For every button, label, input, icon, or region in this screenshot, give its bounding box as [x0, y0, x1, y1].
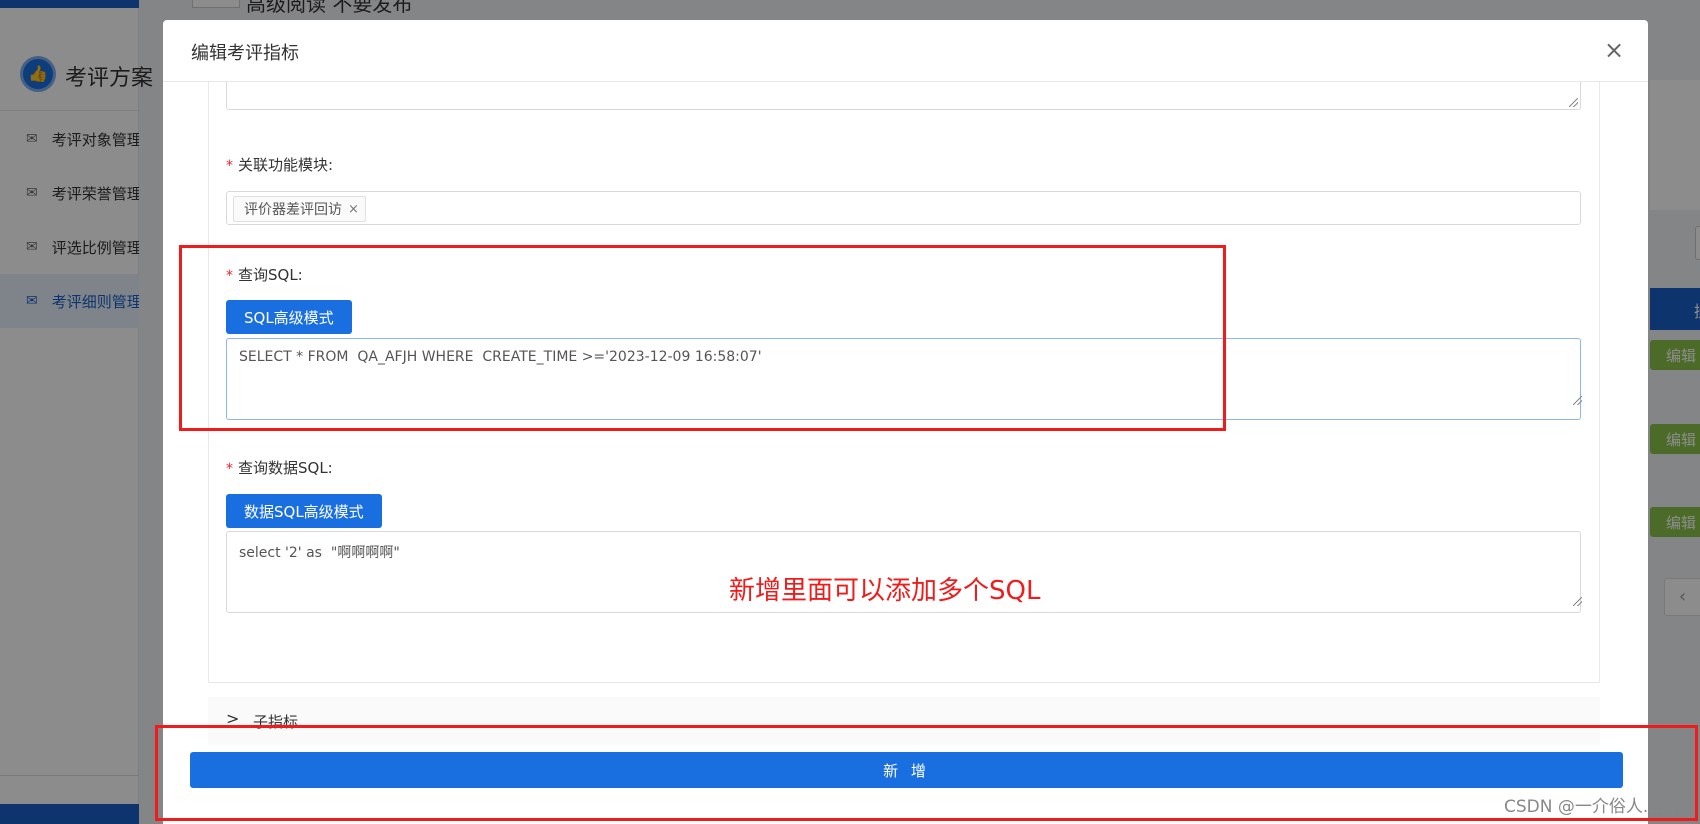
- required-mark: *: [226, 158, 233, 174]
- annotation-box-sql: [179, 245, 1226, 431]
- data-sql-label-text: 查询数据SQL:: [238, 459, 333, 477]
- modal-title: 编辑考评指标: [191, 43, 299, 64]
- resize-handle-icon[interactable]: [1573, 597, 1582, 606]
- module-label-text: 关联功能模块:: [238, 156, 334, 174]
- module-field-label: * 关联功能模块:: [226, 154, 333, 175]
- data-sql-advanced-mode-button[interactable]: 数据SQL高级模式: [226, 494, 382, 528]
- watermark: CSDN @一介俗人......: [1504, 797, 1676, 817]
- data-sql-field-label: * 查询数据SQL:: [226, 457, 333, 478]
- close-icon[interactable]: ×: [348, 202, 359, 217]
- resize-handle-icon[interactable]: [1573, 396, 1582, 405]
- close-icon[interactable]: ×: [1598, 34, 1630, 66]
- required-mark: *: [226, 461, 233, 477]
- modal-header: 编辑考评指标 ×: [163, 20, 1648, 82]
- module-tag: 评价器差评回访 ×: [233, 196, 366, 222]
- annotation-box-add: [155, 725, 1698, 821]
- module-select[interactable]: 评价器差评回访 ×: [226, 191, 1581, 225]
- resize-handle-icon[interactable]: [1569, 98, 1578, 107]
- description-textarea[interactable]: [226, 82, 1581, 110]
- module-tag-label: 评价器差评回访: [244, 202, 342, 218]
- annotation-text: 新增里面可以添加多个SQL: [729, 576, 1041, 606]
